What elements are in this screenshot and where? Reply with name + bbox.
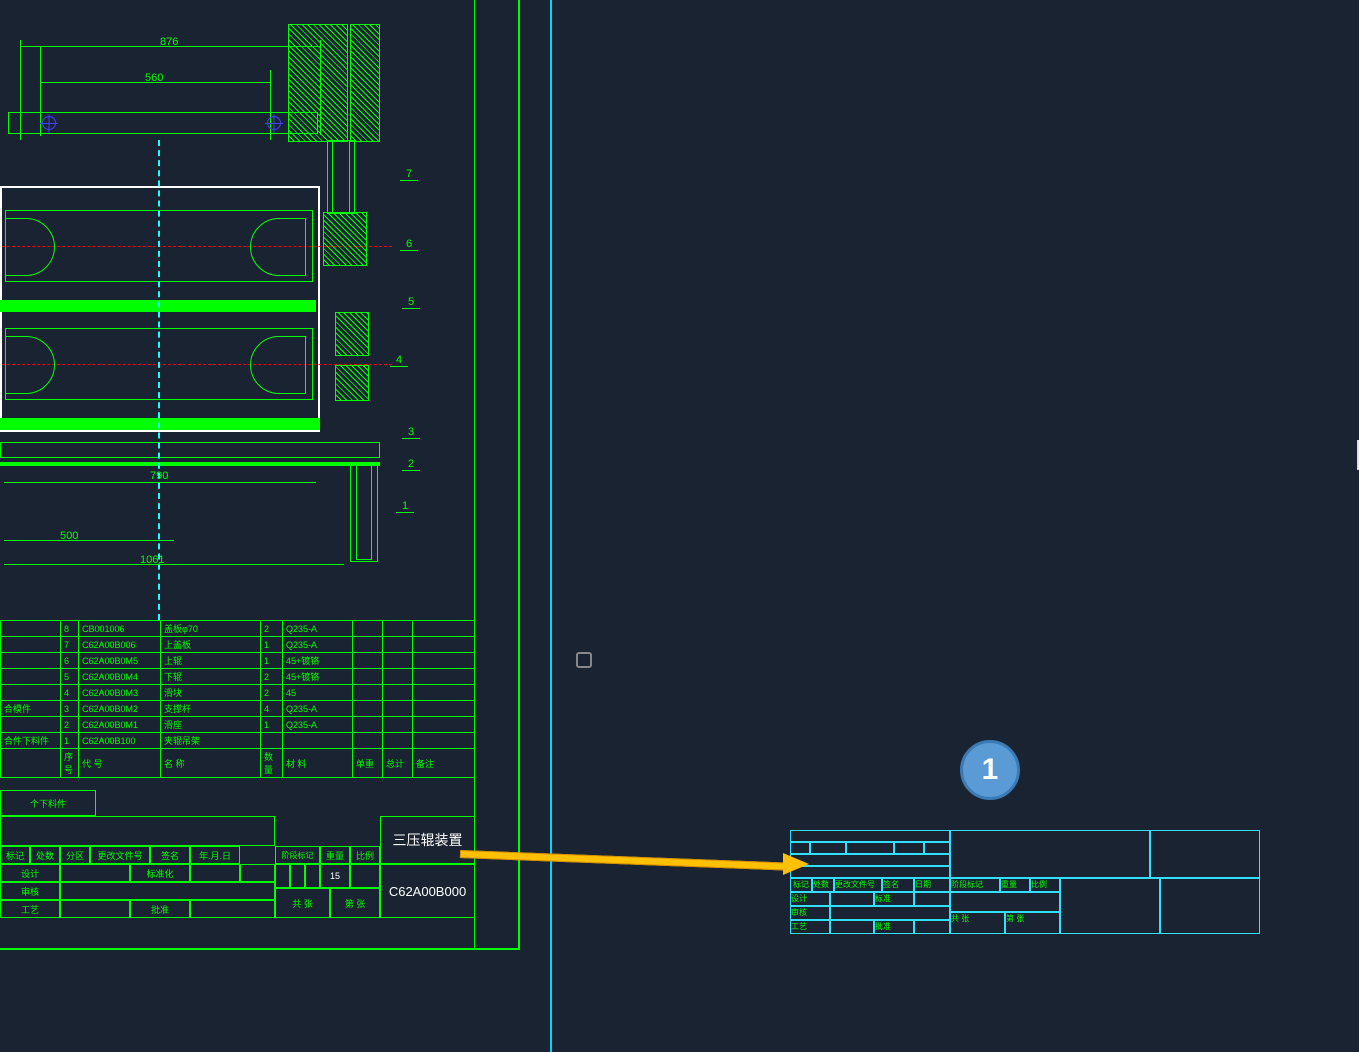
ui-marker-square <box>576 652 592 668</box>
balloon-7: 7 <box>400 168 418 181</box>
cad-canvas[interactable]: 876 560 <box>0 0 1359 1052</box>
balloon-5: 5 <box>402 296 420 309</box>
title-block-left: 个下料件 标记 处数 分区 更改文件号 签名 年.月.日 设计 标准化 审核 工… <box>0 750 475 950</box>
title-block-right: 标记 处数 更改文件号 签名 日期 设计 标准 审核 工艺 批准 阶段标记 重量… <box>790 830 1260 950</box>
parts-row: 合模件3C62A00B0M2支撑杆4Q235-A <box>1 701 475 717</box>
parts-row: 7C62A00B006上盖板1Q235-A <box>1 637 475 653</box>
viewport-separator <box>550 0 552 1052</box>
parts-row: 4C62A00B0M3滑块245 <box>1 685 475 701</box>
dimension-1061: 1061 <box>140 554 164 566</box>
annotation-badge-1: 1 <box>960 740 1020 800</box>
dimension-876: 876 <box>160 36 178 48</box>
balloon-6: 6 <box>400 238 418 251</box>
drawing-number: C62A00B000 <box>380 864 475 918</box>
bolt-icon <box>265 114 283 132</box>
parts-row: 2C62A00B0M1滑座1Q235-A <box>1 717 475 733</box>
balloon-1: 1 <box>396 500 414 513</box>
dimension-790: 790 <box>150 470 168 482</box>
dimension-560: 560 <box>145 72 163 84</box>
parts-row: 5C62A00B0M4下辊245+镀铬 <box>1 669 475 685</box>
frame-bottom <box>0 948 520 950</box>
parts-row: 8CB001006盖板φ702Q235-A <box>1 621 475 637</box>
parts-row: 合件下料件1C62A00B100夹辊吊架 <box>1 733 475 749</box>
parts-row: 6C62A00B0M5上辊145+镀铬 <box>1 653 475 669</box>
mechanical-drawing: 876 560 <box>0 10 420 630</box>
balloon-2: 2 <box>402 458 420 471</box>
balloon-3: 3 <box>402 426 420 439</box>
bolt-icon <box>40 114 58 132</box>
dimension-500: 500 <box>60 530 78 542</box>
balloon-4: 4 <box>390 354 408 367</box>
annotation-arrow-head-icon <box>783 853 809 875</box>
